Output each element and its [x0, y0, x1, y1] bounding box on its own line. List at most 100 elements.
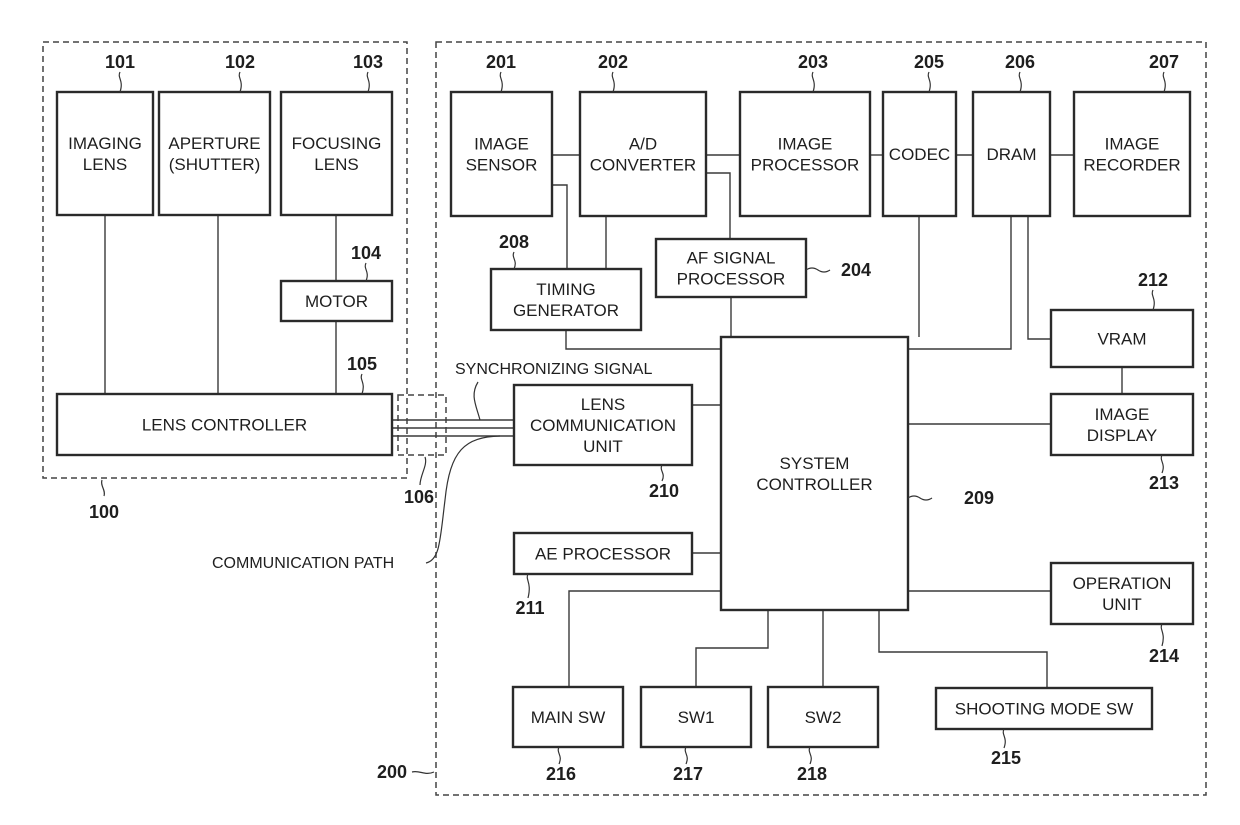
lens-controller-ref-number: 105 [347, 354, 377, 374]
connection-line [878, 610, 1048, 688]
operation-unit-label: OPERATION [1073, 574, 1172, 593]
vram-ref-leader [1151, 289, 1155, 311]
dram-ref-leader [1018, 71, 1022, 93]
lens-communication-unit-ref-leader [660, 464, 664, 482]
codec-block: CODEC [881, 90, 958, 218]
system-controller-ref-leader [907, 495, 933, 501]
system-controller-label: SYSTEM [780, 454, 850, 473]
connector-ref-number: 106 [404, 487, 434, 507]
imaging-lens-label: IMAGING [68, 134, 142, 153]
motor-ref-number: 104 [351, 243, 381, 263]
image-processor-block: IMAGE PROCESSOR [738, 90, 872, 218]
image-sensor-label: IMAGE [474, 135, 529, 154]
main-sw-label: MAIN SW [531, 708, 606, 727]
sync-signal-leader [473, 381, 481, 421]
lens-controller-label: LENS CONTROLLER [142, 416, 307, 435]
connection-line [695, 610, 769, 687]
sw2-ref-number: 218 [797, 764, 827, 784]
ae-processor-block: AE PROCESSOR [512, 531, 694, 576]
vram-label: VRAM [1097, 330, 1146, 349]
ad-converter-label: A/D [629, 135, 657, 154]
camera-body-ref-number: 200 [377, 762, 407, 782]
image-display-ref-leader [1160, 454, 1164, 474]
sw2-label: SW2 [805, 708, 842, 727]
aperture-ref-number: 102 [225, 52, 255, 72]
timing-generator-ref-number: 208 [499, 232, 529, 252]
camera-body-leader [411, 770, 435, 775]
image-recorder-ref-leader [1162, 71, 1166, 93]
main-sw-ref-leader [557, 746, 561, 765]
af-signal-processor-label: AF SIGNAL [687, 249, 776, 268]
image-sensor-block: IMAGE SENSOR [449, 90, 554, 218]
motor-block: MOTOR [279, 279, 394, 323]
image-sensor-label: SENSOR [466, 156, 538, 175]
motor-label: MOTOR [305, 292, 368, 311]
aperture-label: (SHUTTER) [169, 155, 261, 174]
ae-processor-ref-number: 211 [515, 598, 544, 618]
af-signal-processor-block: AF SIGNAL PROCESSOR [654, 237, 808, 299]
image-recorder-block: IMAGE RECORDER [1072, 90, 1192, 218]
image-processor-ref-number: 203 [798, 52, 828, 72]
image-processor-label: IMAGE [778, 135, 833, 154]
system-controller-ref-number: 209 [964, 488, 994, 508]
ad-converter-block: A/D CONVERTER [578, 90, 708, 218]
ad-converter-ref-number: 202 [598, 52, 628, 72]
shooting-mode-sw-ref-number: 215 [991, 748, 1021, 768]
operation-unit-ref-leader [1160, 623, 1164, 647]
camera-system-block-diagram: IMAGING LENS APERTURE (SHUTTER) FOCUSING LENS… [42, 41, 1207, 796]
comm-path-leader [425, 435, 501, 564]
connection-line [908, 216, 1012, 350]
lens-controller-ref-leader [360, 373, 364, 395]
image-display-block: IMAGE DISPLAY [1049, 392, 1195, 457]
focusing-lens-label: LENS [314, 155, 358, 174]
image-display-label: IMAGE [1095, 405, 1150, 424]
lens-communication-unit-block: LENS COMMUNICATION UNIT [512, 383, 694, 467]
sw1-ref-leader [684, 746, 688, 765]
sw1-block: SW1 [639, 685, 753, 749]
image-sensor-ref-number: 201 [486, 52, 516, 72]
shooting-mode-sw-label: SHOOTING MODE SW [955, 700, 1134, 719]
operation-unit-ref-number: 214 [1149, 646, 1179, 666]
image-recorder-label: IMAGE [1105, 135, 1160, 154]
vram-block: VRAM [1049, 308, 1195, 369]
af-signal-processor-label: PROCESSOR [677, 270, 786, 289]
timing-generator-block: TIMING GENERATOR [489, 267, 643, 332]
main-sw-ref-number: 216 [546, 764, 576, 784]
af-signal-processor-ref-number: 204 [841, 260, 871, 280]
image-display-ref-number: 213 [1149, 473, 1179, 493]
aperture-ref-leader [238, 71, 242, 93]
image-processor-ref-leader [811, 71, 815, 93]
aperture-block: APERTURE (SHUTTER) [157, 90, 272, 217]
connection-line [1027, 216, 1051, 340]
system-controller-label: CONTROLLER [756, 475, 872, 494]
imaging-lens-ref-number: 101 [105, 52, 135, 72]
lens-unit-ref-number: 100 [89, 502, 119, 522]
sw1-label: SW1 [678, 708, 715, 727]
ae-processor-label: AE PROCESSOR [535, 545, 671, 564]
focusing-lens-ref-leader [366, 71, 370, 93]
imaging-lens-label: LENS [83, 155, 127, 174]
connection-line [706, 172, 731, 239]
ad-converter-label: CONVERTER [590, 156, 696, 175]
dram-label: DRAM [986, 145, 1036, 164]
dram-ref-number: 206 [1005, 52, 1035, 72]
operation-unit-label: UNIT [1102, 595, 1142, 614]
timing-generator-ref-leader [512, 251, 516, 270]
shooting-mode-sw-block: SHOOTING MODE SW [934, 686, 1154, 731]
operation-unit-block: OPERATION UNIT [1049, 561, 1195, 626]
shooting-mode-sw-ref-leader [1002, 728, 1006, 749]
connection-line [552, 184, 568, 269]
communication-path-label: COMMUNICATION PATH [212, 555, 394, 572]
lens-communication-unit-label: COMMUNICATION [530, 416, 676, 435]
focusing-lens-block: FOCUSING LENS [279, 90, 394, 217]
lens-controller-block: LENS CONTROLLER [55, 392, 394, 457]
codec-ref-leader [927, 71, 931, 93]
codec-label: CODEC [889, 145, 950, 164]
motor-ref-leader [364, 262, 368, 282]
connection-line [568, 590, 721, 687]
ad-converter-ref-leader [611, 71, 615, 93]
system-controller-block: SYSTEM CONTROLLER [719, 335, 910, 612]
imaging-lens-block: IMAGING LENS [55, 90, 155, 217]
connection-line [565, 330, 721, 350]
vram-ref-number: 212 [1138, 270, 1168, 290]
